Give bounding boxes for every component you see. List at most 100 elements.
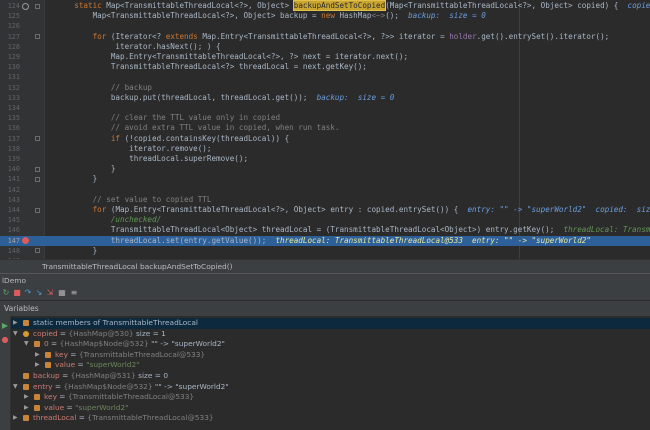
expand-arrow-icon[interactable]: ▶ bbox=[24, 392, 29, 403]
line-number[interactable]: 143 bbox=[0, 195, 20, 205]
expand-arrow-icon[interactable]: ▶ bbox=[35, 350, 40, 361]
line-number[interactable]: 138 bbox=[0, 144, 20, 154]
code-line[interactable]: 129 Map.Entry<TransmittableThreadLocal<?… bbox=[0, 52, 650, 62]
code-line[interactable]: 137 if (!copied.containsKey(threadLocal)… bbox=[0, 134, 650, 144]
breakpoint-icon[interactable] bbox=[22, 237, 29, 245]
line-number[interactable]: 132 bbox=[0, 83, 20, 93]
evaluate-icon[interactable]: ▦ bbox=[58, 289, 66, 297]
fold-icon[interactable] bbox=[35, 3, 40, 9]
variable-row[interactable]: ▼ 0 = {HashMap$Node@532} "" -> "superWorl… bbox=[11, 339, 650, 350]
variable-name: static bbox=[33, 318, 54, 327]
fold-icon[interactable] bbox=[35, 34, 40, 40]
method-marker-icon[interactable] bbox=[22, 2, 29, 10]
code-token: iterator.hasNext(); ) { bbox=[56, 41, 221, 51]
code-line[interactable]: 124 static Map<TransmittableThreadLocal<… bbox=[0, 0, 650, 11]
code-text: } bbox=[56, 164, 116, 174]
code-text: // backup bbox=[56, 83, 152, 93]
variable-row[interactable]: ▶ threadLocal = {TransmittableThreadLocal… bbox=[11, 413, 650, 424]
code-line[interactable]: 136 // avoid extra TTL value in copied, … bbox=[0, 123, 650, 133]
line-number[interactable]: 137 bbox=[0, 134, 20, 144]
code-line[interactable]: 130 TransmittableThreadLocal<?> threadLo… bbox=[0, 62, 650, 72]
line-number[interactable]: 142 bbox=[0, 185, 20, 195]
breadcrumb-class[interactable]: TransmittableThreadLocal bbox=[42, 260, 137, 274]
code-line[interactable]: 132 // backup bbox=[0, 83, 650, 93]
line-number[interactable]: 146 bbox=[0, 225, 20, 235]
collapse-arrow-icon[interactable]: ▼ bbox=[13, 329, 18, 340]
stop-icon[interactable]: ■ bbox=[13, 289, 21, 297]
code-line[interactable]: 143 // set value to copied TTL bbox=[0, 195, 650, 205]
inline-debug-value: backup: size = 0 bbox=[316, 92, 395, 102]
variable-row[interactable]: ▶ key = {TransmittableThreadLocal@533} bbox=[11, 350, 650, 361]
code-line[interactable]: 141 } bbox=[0, 174, 650, 184]
line-number[interactable]: 144 bbox=[0, 205, 20, 215]
code-line[interactable]: 139 threadLocal.superRemove(); bbox=[0, 154, 650, 164]
collapse-arrow-icon[interactable]: ▼ bbox=[24, 339, 29, 350]
code-editor[interactable]: 124 static Map<TransmittableThreadLocal<… bbox=[0, 0, 650, 259]
current-execution-line[interactable]: 147 threadLocal.set(entry.getValue()); t… bbox=[0, 235, 650, 246]
fold-icon[interactable] bbox=[35, 176, 40, 182]
fold-icon[interactable] bbox=[35, 207, 40, 213]
code-line[interactable]: 126 bbox=[0, 21, 650, 31]
line-number[interactable]: 130 bbox=[0, 62, 20, 72]
line-number[interactable]: 128 bbox=[0, 42, 20, 52]
variable-text: entry = {HashMap$Node@532} "" -> "superW… bbox=[33, 382, 229, 393]
code-line[interactable]: 142 bbox=[0, 185, 650, 195]
code-line[interactable]: 134 bbox=[0, 103, 650, 113]
variable-row[interactable]: ▶ static members of TransmittableThreadLo… bbox=[11, 318, 650, 329]
variable-row[interactable]: ▼ copied = {HashMap@530} size = 1 bbox=[11, 329, 650, 340]
code-line[interactable]: 125 Map<TransmittableThreadLocal<?>, Obj… bbox=[0, 11, 650, 21]
expand-arrow-icon[interactable]: ▶ bbox=[13, 413, 18, 424]
line-number[interactable]: 140 bbox=[0, 164, 20, 174]
code-line[interactable]: 138 iterator.remove(); bbox=[0, 144, 650, 154]
code-line[interactable]: 127 for (Iterator<? extends Map.Entry<Tr… bbox=[0, 32, 650, 42]
mute-breakpoints-icon[interactable]: ● bbox=[1, 336, 9, 344]
force-step-icon[interactable]: ⇲ bbox=[46, 289, 54, 297]
code-line[interactable]: 140 } bbox=[0, 164, 650, 174]
fold-icon[interactable] bbox=[35, 248, 40, 254]
line-number[interactable]: 127 bbox=[0, 32, 20, 42]
variable-row[interactable]: ▼ entry = {HashMap$Node@532} "" -> "super… bbox=[11, 382, 650, 393]
line-number[interactable]: 136 bbox=[0, 123, 20, 133]
code-line[interactable]: 146 TransmittableThreadLocal<Object> thr… bbox=[0, 225, 650, 235]
settings-icon[interactable]: ≡ bbox=[70, 289, 78, 297]
fold-icon[interactable] bbox=[35, 166, 40, 172]
rerun-icon[interactable]: ↻ bbox=[2, 289, 10, 297]
resume-icon[interactable]: ▶ bbox=[1, 322, 9, 330]
expand-arrow-icon[interactable]: ▶ bbox=[24, 403, 29, 414]
collapse-arrow-icon[interactable]: ▼ bbox=[13, 382, 18, 393]
variable-row[interactable]: ▶ value = "superWorld2" bbox=[11, 403, 650, 414]
expand-arrow-icon[interactable]: ▶ bbox=[13, 318, 18, 329]
variable-row[interactable]: ▶ key = {TransmittableThreadLocal@533} bbox=[11, 392, 650, 403]
line-number[interactable]: 139 bbox=[0, 154, 20, 164]
code-line[interactable]: 133 backup.put(threadLocal, threadLocal.… bbox=[0, 93, 650, 103]
fold-icon[interactable] bbox=[35, 136, 40, 142]
line-number[interactable]: 129 bbox=[0, 52, 20, 62]
line-number[interactable]: 124 bbox=[0, 1, 20, 11]
line-number[interactable]: 125 bbox=[0, 11, 20, 21]
line-number[interactable]: 148 bbox=[0, 246, 20, 256]
breadcrumb-method[interactable]: backupAndSetToCopied() bbox=[140, 260, 233, 274]
variables-title: Variables bbox=[4, 304, 39, 313]
parameter-icon bbox=[23, 330, 29, 337]
line-number[interactable]: 131 bbox=[0, 72, 20, 82]
line-number[interactable]: 147 bbox=[0, 236, 20, 246]
code-line[interactable]: 135 // clear the TTL value only in copie… bbox=[0, 113, 650, 123]
variable-row[interactable]: backup = {HashMap@531} size = 0 bbox=[11, 371, 650, 382]
expand-arrow-icon[interactable]: ▶ bbox=[35, 360, 40, 371]
code-text: } bbox=[56, 174, 98, 184]
line-number[interactable]: 133 bbox=[0, 93, 20, 103]
line-number[interactable]: 135 bbox=[0, 113, 20, 123]
line-number[interactable]: 141 bbox=[0, 174, 20, 184]
variable-row[interactable]: ▶ value = "superWorld2" bbox=[11, 360, 650, 371]
code-line[interactable]: 148 } bbox=[0, 246, 650, 256]
line-number[interactable]: 126 bbox=[0, 21, 20, 31]
step-over-icon[interactable]: ↷ bbox=[24, 289, 32, 297]
line-number[interactable]: 145 bbox=[0, 215, 20, 225]
line-number[interactable]: 134 bbox=[0, 103, 20, 113]
code-line[interactable]: 131 bbox=[0, 72, 650, 82]
code-line[interactable]: 144 for (Map.Entry<TransmittableThreadLo… bbox=[0, 205, 650, 215]
step-into-icon[interactable]: ↘ bbox=[35, 289, 43, 297]
code-line[interactable]: 145 /unchecked/ bbox=[0, 215, 650, 225]
variable-name: value bbox=[44, 402, 65, 412]
code-line[interactable]: 128 iterator.hasNext(); ) { bbox=[0, 42, 650, 52]
